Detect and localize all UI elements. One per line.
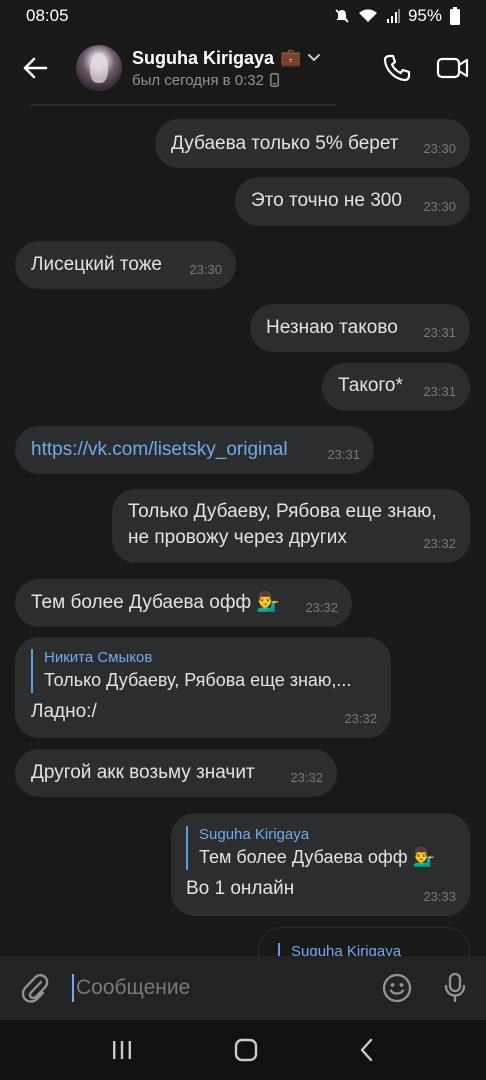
battery-percent: 95% xyxy=(407,6,442,25)
message-incoming[interactable]: Тем более Дубаева офф 💁‍♂️ 23:32 xyxy=(15,579,352,627)
mute-icon xyxy=(335,9,349,23)
reply-text: Только Дубаеву, Рябова еще знаю,... xyxy=(44,670,352,690)
message-outgoing[interactable]: Незнаю таково 23:31 xyxy=(250,304,470,352)
message-outgoing-partial[interactable]: Suguha Kirigaya xyxy=(258,927,470,956)
message-text: Это точно не 300 xyxy=(251,190,402,211)
reply-quote[interactable]: Suguha Kirigaya Тем более Дубаева офф 💁‍… xyxy=(186,826,435,870)
message-link[interactable]: https://vk.com/lisetsky_original xyxy=(31,437,288,463)
attach-icon xyxy=(21,974,49,1003)
composer: Сообщение xyxy=(0,956,486,1020)
message-text-line: не провожу через других xyxy=(128,527,347,548)
message-outgoing[interactable]: Только Дубаеву, Рябова еще знаю, не пров… xyxy=(112,489,470,563)
phone-icon[interactable] xyxy=(382,53,412,83)
message-time: 23:32 xyxy=(305,600,338,615)
message-text: Тем более Дубаева офф xyxy=(31,592,252,613)
reply-text: Тем более Дубаева офф xyxy=(199,847,408,867)
avatar[interactable] xyxy=(76,45,122,91)
message-time: 23:31 xyxy=(423,384,456,399)
chevron-down-icon xyxy=(308,54,321,62)
reply-quote[interactable]: Suguha Kirigaya xyxy=(278,943,401,956)
message-text: Незнаю таково xyxy=(266,317,398,338)
text-caret xyxy=(72,974,74,1002)
status-icons: 95% xyxy=(334,6,460,26)
reply-author: Suguha Kirigaya xyxy=(199,826,310,843)
message-text: Такого* xyxy=(338,375,403,396)
back-arrow-icon xyxy=(23,57,48,79)
briefcase-badge: 💼 xyxy=(280,48,302,67)
microphone-icon xyxy=(444,972,466,1003)
chat-header: Suguha Kirigaya 💼 был сегодня в 0:32 xyxy=(0,32,486,104)
message-time: 23:32 xyxy=(290,770,323,785)
back-button[interactable] xyxy=(0,32,70,104)
message-list[interactable]: Дубаева только 5% берет 23:30 Это точно … xyxy=(0,104,486,956)
message-time: 23:31 xyxy=(423,325,456,340)
message-incoming[interactable]: Лисецкий тоже 23:30 xyxy=(15,241,236,289)
home-icon[interactable] xyxy=(232,1037,260,1063)
message-time: 23:32 xyxy=(423,536,456,551)
wifi-icon xyxy=(358,9,377,22)
message-outgoing[interactable]: Это точно не 300 23:30 xyxy=(235,177,470,226)
contact-name: Suguha Kirigaya xyxy=(132,47,275,68)
last-seen: был сегодня в 0:32 xyxy=(132,71,264,89)
message-text: Во 1 онлайн xyxy=(186,878,295,899)
emoji-icon xyxy=(382,973,412,1003)
message-time: 23:33 xyxy=(423,889,456,904)
message-input[interactable]: Сообщение xyxy=(70,974,370,1002)
message-incoming[interactable]: https://vk.com/lisetsky_original 23:31 xyxy=(15,426,374,474)
contact-info[interactable]: Suguha Kirigaya 💼 был сегодня в 0:32 xyxy=(132,48,382,89)
status-time: 08:05 xyxy=(26,6,69,25)
signal-icon xyxy=(386,9,400,23)
attach-button[interactable] xyxy=(0,973,70,1003)
video-camera-icon[interactable] xyxy=(436,55,470,81)
message-input-placeholder: Сообщение xyxy=(76,976,191,999)
message-outgoing[interactable]: Дубаева только 5% берет 23:30 xyxy=(155,119,470,168)
message-time: 23:30 xyxy=(423,199,456,214)
battery-icon xyxy=(450,7,460,25)
message-outgoing[interactable]: Такого* 23:31 xyxy=(322,363,470,411)
nav-back-icon[interactable] xyxy=(357,1037,377,1063)
message-text: Лисецкий тоже xyxy=(31,254,162,275)
message-time: 23:30 xyxy=(423,141,456,156)
voice-message-button[interactable] xyxy=(424,972,486,1004)
emoji-button[interactable] xyxy=(370,973,424,1003)
message-text: Другой акк возьму значит xyxy=(31,762,255,783)
system-navigation-bar xyxy=(0,1020,486,1080)
reply-author: Никита Смыков xyxy=(44,649,153,666)
message-time: 23:30 xyxy=(189,262,222,277)
person-tipping-hand-emoji: 💁‍♂️ xyxy=(256,592,281,613)
mobile-device-icon xyxy=(270,73,279,87)
message-time: 23:32 xyxy=(344,711,377,726)
message-text: Дубаева только 5% берет xyxy=(171,133,399,154)
message-text: Ладно:/ xyxy=(31,701,97,722)
message-time: 23:31 xyxy=(327,447,360,462)
clipped-message-edge xyxy=(30,104,336,106)
message-text-line: Только Дубаеву, Рябова еще знаю, xyxy=(128,501,437,522)
status-bar: 08:05 95% xyxy=(0,0,486,32)
message-incoming-reply[interactable]: Никита Смыков Только Дубаеву, Рябова еще… xyxy=(15,637,391,738)
recents-icon[interactable] xyxy=(109,1038,135,1062)
message-incoming[interactable]: Другой акк возьму значит 23:32 xyxy=(15,749,337,797)
reply-quote[interactable]: Никита Смыков Только Дубаеву, Рябова еще… xyxy=(31,649,351,693)
message-outgoing-reply[interactable]: Suguha Kirigaya Тем более Дубаева офф 💁‍… xyxy=(171,813,470,916)
reply-author: Suguha Kirigaya xyxy=(291,943,402,956)
person-tipping-hand-emoji: 💁‍♂️ xyxy=(412,847,435,867)
